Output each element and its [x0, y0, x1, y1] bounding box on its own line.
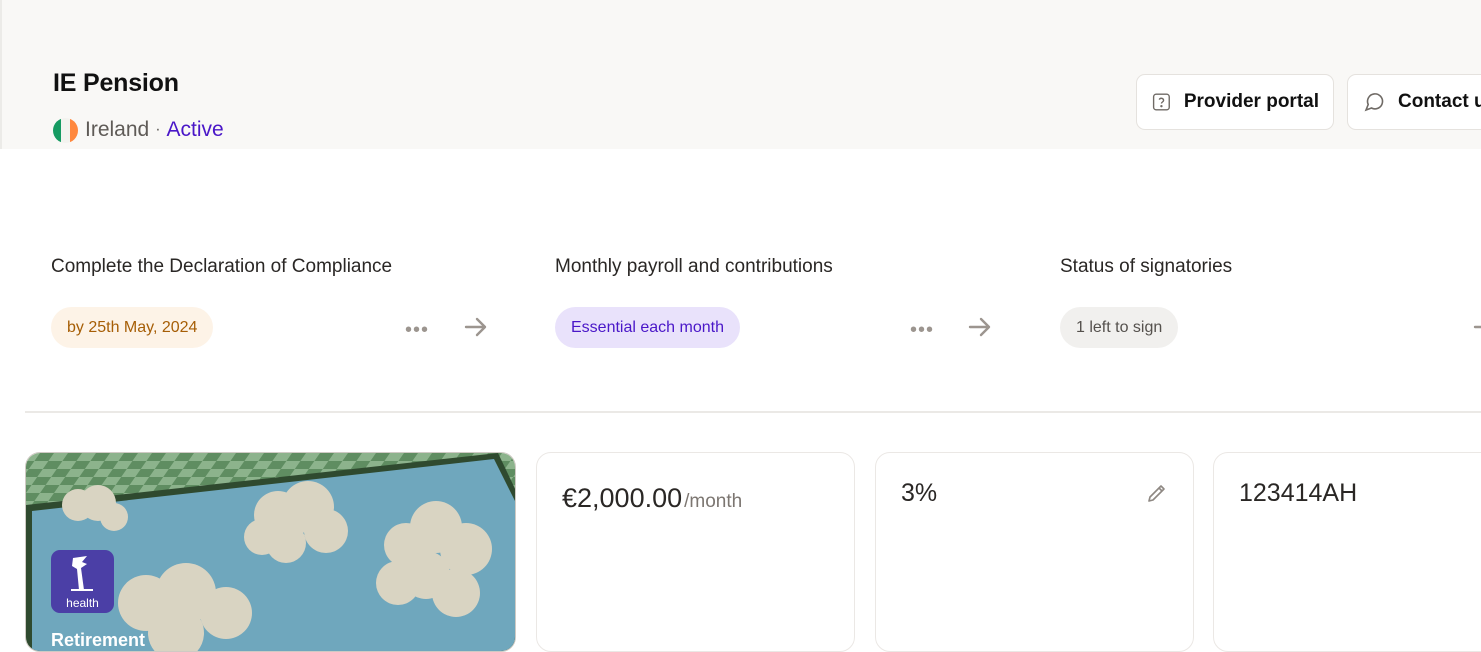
contribution-amount: €2,000.00/month [562, 483, 742, 514]
page-title: IE Pension [53, 69, 179, 97]
arrow-right-icon[interactable] [967, 314, 993, 340]
provider-logo-icon: health [51, 550, 114, 613]
contact-us-button[interactable]: Contact u [1347, 74, 1481, 130]
pension-meta: Ireland · Active [53, 117, 224, 143]
contact-us-label: Contact u [1398, 91, 1481, 112]
frequency-badge: Essential each month [555, 307, 740, 348]
question-icon [1152, 93, 1170, 111]
scheme-id: 123414AH [1239, 479, 1358, 507]
task-title: Complete the Declaration of Compliance [51, 256, 393, 277]
status-label: Active [166, 118, 224, 141]
pencil-icon[interactable] [1145, 481, 1169, 505]
provider-portal-button[interactable]: Provider portal [1136, 74, 1334, 130]
arrow-right-icon[interactable] [1472, 314, 1481, 340]
task-title: Status of signatories [1060, 256, 1233, 277]
task-title: Monthly payroll and contributions [555, 256, 833, 277]
provider-image-card[interactable]: health Retirement [25, 452, 516, 652]
ireland-flag-icon [53, 117, 78, 143]
scheme-id-card[interactable]: 123414AH [1213, 452, 1481, 652]
contribution-percentage-card[interactable]: 3% [875, 452, 1194, 652]
separator: · [155, 121, 161, 138]
due-date-badge: by 25th May, 2024 [51, 307, 214, 348]
amount-value: €2,000.00 [562, 483, 683, 513]
task-signatories[interactable]: Status of signatories 1 left to sign [1060, 256, 1481, 348]
provider-portal-label: Provider portal [1183, 91, 1319, 112]
page-header: IE Pension Ireland · Active Provider por… [0, 0, 1481, 149]
signatory-status-badge: 1 left to sign [1060, 307, 1179, 348]
task-payroll[interactable]: Monthly payroll and contributions Essent… [555, 256, 991, 348]
provider-logo-text: health [66, 596, 99, 610]
provider-card-caption: Retirement [51, 630, 146, 650]
amount-unit: /month [684, 491, 743, 512]
section-divider [25, 411, 1481, 413]
country-label: Ireland [85, 118, 150, 141]
contribution-amount-card[interactable]: €2,000.00/month [536, 452, 855, 652]
more-icon[interactable]: ••• [405, 319, 429, 342]
more-icon[interactable]: ••• [910, 319, 934, 342]
chat-icon [1364, 93, 1384, 112]
task-declaration[interactable]: Complete the Declaration of Compliance b… [51, 256, 487, 348]
arrow-right-icon[interactable] [463, 314, 489, 340]
contribution-percentage: 3% [901, 479, 938, 507]
